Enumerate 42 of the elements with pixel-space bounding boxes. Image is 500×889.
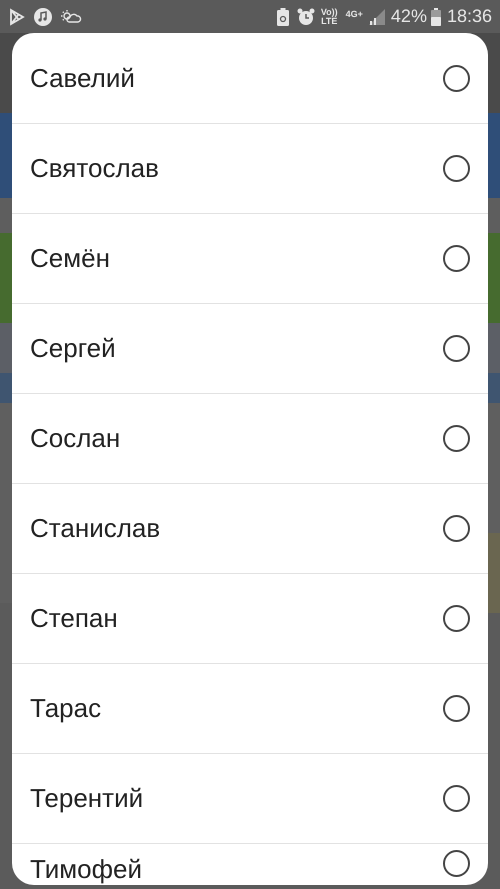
name-option[interactable]: Савелий [12, 33, 488, 123]
option-label: Степан [30, 602, 118, 635]
weather-icon [60, 8, 82, 24]
name-option[interactable]: Тимофей [12, 843, 488, 885]
name-option[interactable]: Сергей [12, 303, 488, 393]
battery-icon [430, 8, 441, 26]
battery-saver-icon [276, 8, 289, 26]
name-option[interactable]: Тарас [12, 663, 488, 753]
radio-button[interactable] [443, 515, 470, 542]
option-label: Святослав [30, 152, 159, 185]
name-option[interactable]: Степан [12, 573, 488, 663]
name-option[interactable]: Семён [12, 213, 488, 303]
option-label: Савелий [30, 62, 135, 94]
option-label: Сергей [30, 332, 116, 365]
name-option[interactable]: Сослан [12, 393, 488, 483]
radio-button[interactable] [443, 850, 470, 877]
radio-button[interactable] [443, 425, 470, 452]
radio-button[interactable] [443, 605, 470, 632]
radio-button[interactable] [443, 64, 470, 92]
option-label: Семён [30, 242, 110, 275]
signal-icon [368, 8, 385, 24]
option-label: Тимофей [30, 853, 142, 885]
option-label: Сослан [30, 422, 120, 455]
clock-time: 18:36 [446, 5, 492, 28]
option-label: Терентий [30, 782, 144, 815]
radio-button[interactable] [443, 785, 470, 812]
name-option[interactable]: Терентий [12, 753, 488, 843]
battery-percent: 42% [390, 5, 427, 28]
volte-label: Vo)) [320, 8, 338, 16]
radio-button[interactable] [443, 695, 470, 722]
name-option[interactable]: Станислав [12, 483, 488, 573]
name-option[interactable]: Святослав [12, 123, 488, 213]
option-label: Тарас [30, 692, 102, 725]
radio-button[interactable] [443, 245, 470, 272]
play-store-icon [8, 8, 26, 26]
radio-button[interactable] [443, 155, 470, 182]
lte-label: LTE [321, 16, 338, 26]
network-type-label: 4G+ [346, 8, 363, 21]
music-note-icon [34, 8, 52, 26]
option-label: Станислав [30, 512, 160, 545]
radio-button[interactable] [443, 335, 470, 362]
alarm-clock-icon [296, 8, 315, 26]
